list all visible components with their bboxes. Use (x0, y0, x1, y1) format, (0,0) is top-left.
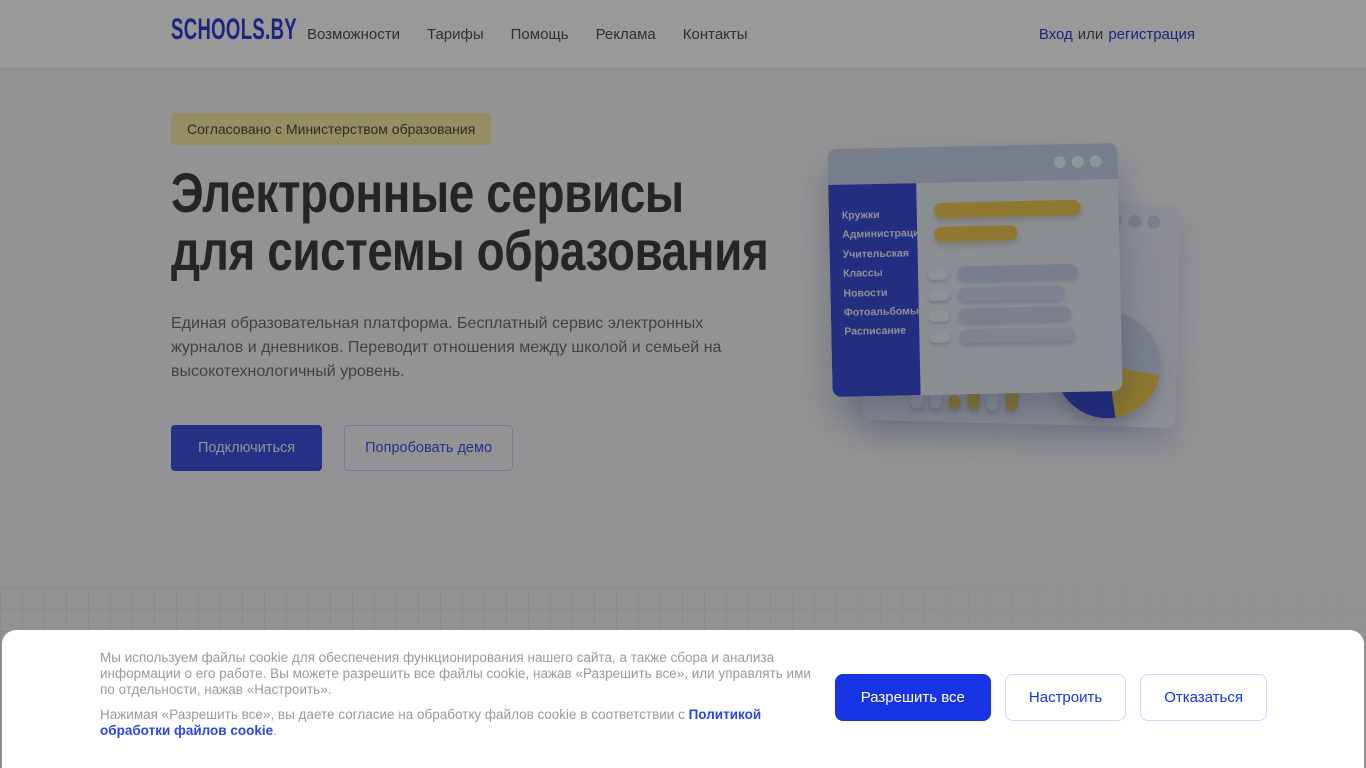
cookie-actions: Разрешить все Настроить Отказаться (834, 674, 1267, 721)
cookie-text: Мы используем файлы cookie для обеспечен… (100, 650, 822, 739)
cookie-paragraph-2-text: Нажимая «Разрешить все», вы даете соглас… (100, 706, 689, 722)
cookie-paragraph-2: Нажимая «Разрешить все», вы даете соглас… (100, 707, 822, 739)
allow-all-button[interactable]: Разрешить все (834, 674, 991, 721)
cookie-paragraph-2-period: . (273, 722, 277, 738)
cookie-banner: Мы используем файлы cookie для обеспечен… (2, 630, 1364, 768)
decline-button[interactable]: Отказаться (1140, 674, 1267, 721)
configure-button[interactable]: Настроить (1004, 674, 1127, 721)
cookie-paragraph-1: Мы используем файлы cookie для обеспечен… (100, 650, 811, 697)
